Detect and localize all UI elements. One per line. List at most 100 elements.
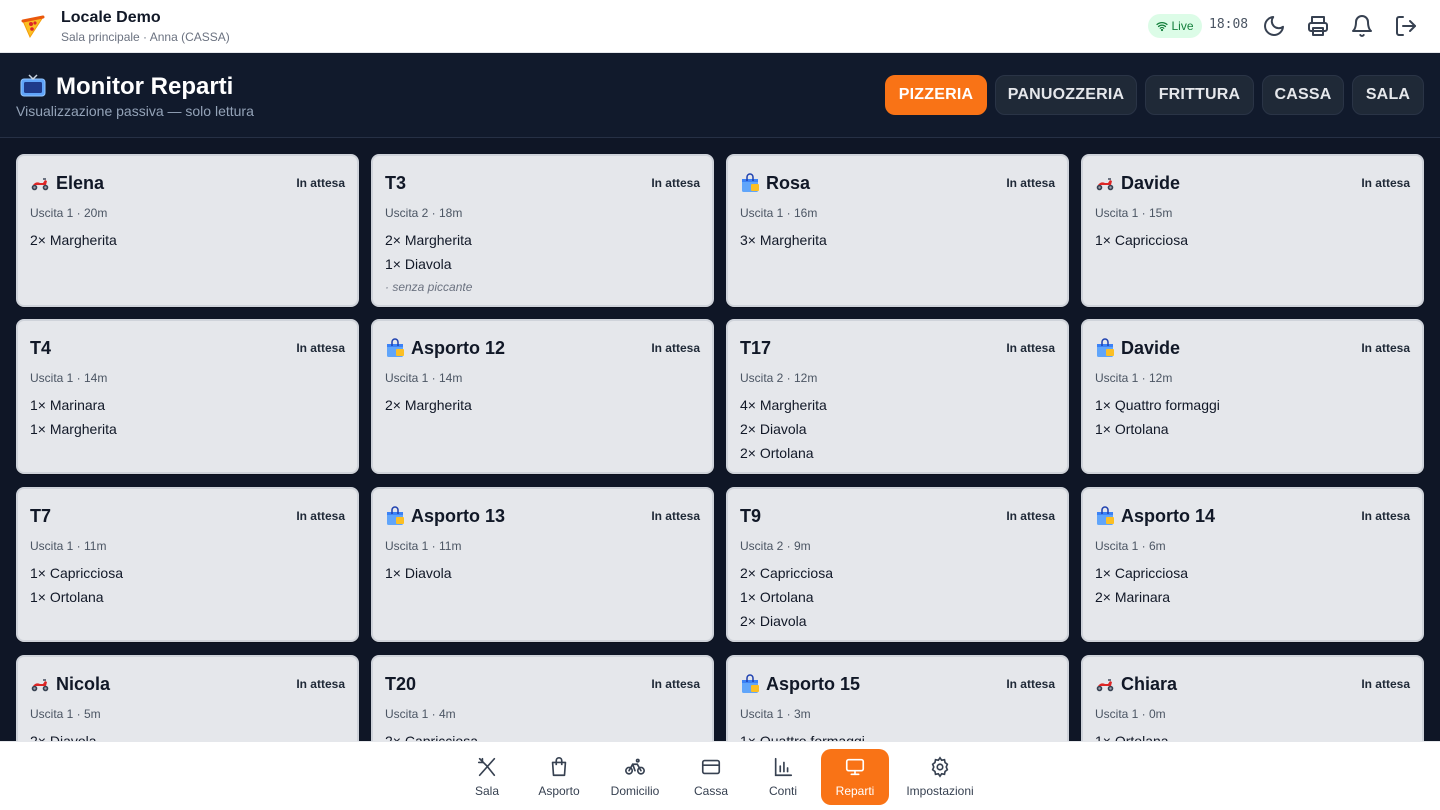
tab-cassa[interactable]: CASSA [1262, 75, 1344, 115]
order-card: T4 In attesa Uscita 1 · 14m 1× Marinara 1× M… [16, 319, 359, 474]
order-name: Chiara [1095, 673, 1177, 695]
order-name-text: T7 [30, 506, 52, 526]
order-name: Elena [30, 172, 104, 194]
order-item: 1× Diavola [385, 256, 452, 272]
order-item: 2× Diavola [30, 733, 97, 741]
order-card: Asporto 14 In attesa Uscita 1 · 6m 1× Capri… [1081, 487, 1424, 642]
order-items: 1× Ortolana [1095, 729, 1410, 741]
nav-label: Conti [768, 784, 797, 798]
order-card: Rosa In attesa Uscita 1 · 16m 3× Margherita [726, 154, 1069, 307]
status-badge: In attesa [296, 176, 345, 190]
order-item: 2× Capricciosa [385, 733, 478, 741]
order-item: 1× Ortolana [1095, 733, 1169, 741]
order-name-text: T3 [385, 173, 407, 193]
tab-pizzeria[interactable]: PIZZERIA [885, 75, 987, 115]
status-badge: In attesa [296, 509, 345, 523]
order-card: T7 In attesa Uscita 1 · 11m 1× Capricciosa 1… [16, 487, 359, 642]
order-items: 4× Margherita 2× Diavola 2× Ortolana [740, 393, 1055, 465]
order-meta: Uscita 1 · 11m [385, 539, 462, 553]
wifi-icon [1156, 22, 1169, 32]
status-badge: In attesa [1361, 341, 1410, 355]
tab-sala[interactable]: SALA [1352, 75, 1424, 115]
order-name-text: Rosa [766, 173, 811, 193]
pizza-logo-icon [21, 15, 45, 39]
order-meta: Uscita 1 · 20m [30, 206, 108, 220]
bell-icon[interactable] [1350, 14, 1374, 38]
delivery-scooter-icon [1096, 679, 1114, 692]
bicycle-icon [625, 758, 645, 775]
live-label: Live [1171, 19, 1194, 33]
gear-icon [931, 756, 949, 778]
order-items: 1× Capricciosa 1× Ortolana [30, 561, 345, 609]
order-card: T3 In attesa Uscita 2 · 18m 2× Margherita 1×… [371, 154, 714, 307]
order-name: T3 [385, 172, 406, 194]
takeaway-bag-icon [387, 506, 404, 525]
monitor-icon [845, 758, 865, 776]
nav-conti[interactable]: Conti [758, 749, 808, 805]
order-card: T17 In attesa Uscita 2 · 12m 4× Margherita 2… [726, 319, 1069, 474]
order-name-text: Asporto 12 [411, 338, 506, 358]
nav-label: Cassa [693, 784, 728, 798]
status-badge: In attesa [651, 341, 700, 355]
takeaway-bag-icon [387, 338, 404, 357]
order-card: Chiara In attesa Uscita 1 · 0m 1× Ortolana [1081, 655, 1424, 741]
order-name: T7 [30, 505, 51, 527]
order-card: T9 In attesa Uscita 2 · 9m 2× Capricciosa 1×… [726, 487, 1069, 642]
app-subtitle: Sala principale · Anna (CASSA) [61, 30, 230, 44]
cutlery-icon [477, 757, 496, 777]
nav-impostazioni[interactable]: Impostazioni [902, 749, 978, 805]
order-items: 2× Capricciosa [385, 729, 700, 741]
status-badge: In attesa [296, 341, 345, 355]
nav-reparti[interactable]: Reparti [821, 749, 889, 805]
tab-frittura[interactable]: FRITTURA [1145, 75, 1254, 115]
order-name: T17 [740, 337, 771, 359]
logout-icon[interactable] [1394, 14, 1418, 38]
status-badge: In attesa [1006, 176, 1055, 190]
order-items: 1× Marinara 1× Margherita [30, 393, 345, 441]
order-meta: Uscita 1 · 11m [30, 539, 107, 553]
nav-asporto[interactable]: Asporto [530, 749, 588, 805]
status-badge: In attesa [651, 677, 700, 691]
nav-sala[interactable]: Sala [462, 749, 512, 805]
order-item: 2× Margherita [385, 397, 472, 413]
order-item: 1× Quattro formaggi [740, 733, 865, 741]
order-name: T20 [385, 673, 416, 695]
order-name: T4 [30, 337, 51, 359]
order-item: 2× Diavola [740, 613, 807, 629]
clock: 18:08 [1209, 17, 1249, 32]
order-card: Davide In attesa Uscita 1 · 15m 1× Capricci… [1081, 154, 1424, 307]
order-card: Asporto 13 In attesa Uscita 1 · 11m 1× Diav… [371, 487, 714, 642]
orders-grid: Elena In attesa Uscita 1 · 20m 2× Margherit… [16, 154, 1424, 741]
live-status-badge: Live [1148, 14, 1202, 38]
status-badge: In attesa [1006, 341, 1055, 355]
order-items: 1× Diavola [385, 561, 700, 585]
order-name-text: Elena [56, 173, 105, 193]
order-name-text: T20 [385, 674, 417, 694]
tab-panuozzeria[interactable]: PANUOZZERIA [995, 75, 1137, 115]
takeaway-bag-icon [1097, 506, 1114, 525]
order-meta: Uscita 2 · 9m [740, 539, 811, 553]
order-item: 1× Capricciosa [1095, 565, 1188, 581]
nav-cassa[interactable]: Cassa [686, 749, 736, 805]
order-meta: Uscita 2 · 12m [740, 371, 818, 385]
order-item: 2× Diavola [740, 421, 807, 437]
status-badge: In attesa [651, 509, 700, 523]
credit-card-icon [701, 759, 721, 775]
delivery-scooter-icon [31, 679, 49, 692]
order-items: 1× Capricciosa 2× Marinara [1095, 561, 1410, 609]
takeaway-bag-icon [742, 674, 759, 693]
nav-label: Reparti [835, 784, 875, 798]
order-item: 2× Margherita [385, 232, 472, 248]
nav-domicilio[interactable]: Domicilio [604, 749, 666, 805]
status-badge: In attesa [1361, 509, 1410, 523]
moon-icon[interactable] [1262, 14, 1286, 38]
bar-chart-icon [774, 757, 793, 777]
printer-icon[interactable] [1306, 14, 1330, 38]
order-meta: Uscita 1 · 14m [385, 371, 463, 385]
order-meta: Uscita 1 · 14m [30, 371, 108, 385]
order-item: 1× Ortolana [740, 589, 814, 605]
order-name-text: T4 [30, 338, 52, 358]
order-items: 2× Capricciosa 1× Ortolana 2× Diavola [740, 561, 1055, 633]
department-tabs: PIZZERIA PANUOZZERIA FRITTURA CASSA SALA [0, 75, 1440, 115]
order-meta: Uscita 1 · 12m [1095, 371, 1173, 385]
